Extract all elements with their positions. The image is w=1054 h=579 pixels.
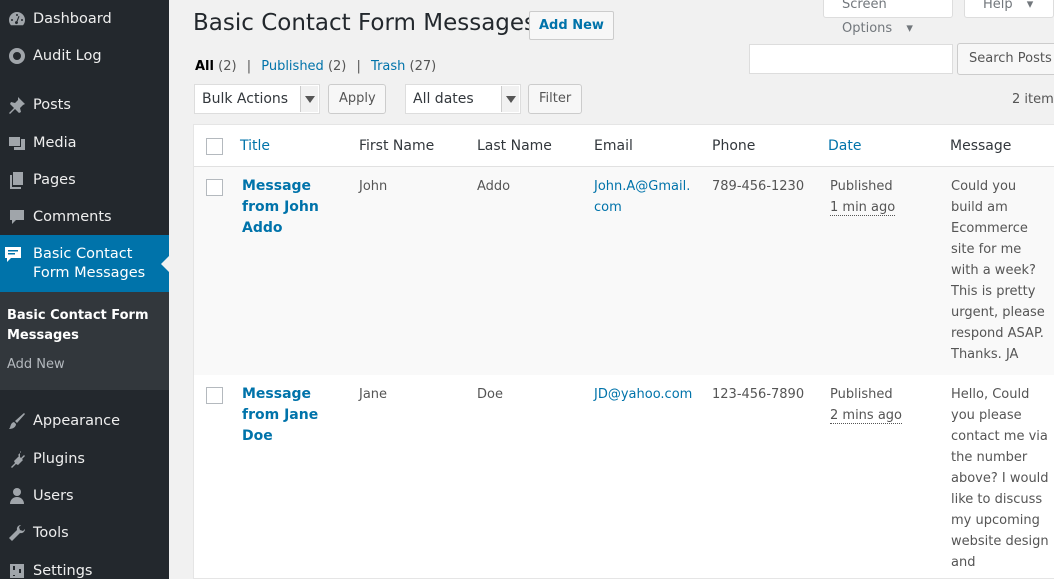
sidebar-item-users[interactable]: Users [0, 479, 169, 513]
post-status-views: All (2) | Published (2) | Trash (27) [195, 59, 436, 74]
row-last-name: Addo [477, 179, 511, 194]
column-title[interactable]: Title [240, 138, 270, 154]
messages-table: Title First Name Last Name Email Phone D… [193, 124, 1054, 579]
audit-log-icon [0, 46, 33, 66]
column-last-name: Last Name [477, 138, 552, 154]
sidebar-item-contact-form-messages[interactable]: Basic Contact Form Messages [0, 235, 169, 292]
column-date[interactable]: Date [828, 138, 861, 154]
row-first-name: John [359, 179, 388, 194]
sidebar-item-label: Posts [33, 97, 71, 113]
media-icon [0, 133, 33, 153]
view-trash-count: (27) [409, 59, 437, 74]
row-date: 2 mins ago [830, 408, 902, 424]
sidebar-item-tools[interactable]: Tools [0, 516, 169, 550]
chevron-down-icon: ▾ [1026, 0, 1034, 12]
bulk-actions-value: Bulk Actions [202, 91, 289, 107]
row-last-name: Doe [477, 387, 503, 402]
sidebar-item-label: Comments [33, 209, 112, 225]
submenu-item-add-new[interactable]: Add New [7, 357, 65, 372]
select-all-checkbox[interactable] [206, 138, 223, 155]
help-button[interactable]: Help ▾ [964, 0, 1054, 18]
sidebar-item-label: Pages [33, 172, 76, 188]
view-published-count: (2) [327, 59, 347, 74]
screen-options-button[interactable]: Screen Options ▾ [823, 0, 953, 36]
search-posts-button[interactable]: Search Posts [957, 43, 1054, 75]
dates-select[interactable]: All dates [405, 84, 521, 114]
column-phone: Phone [712, 138, 756, 154]
filter-button[interactable]: Filter [528, 84, 582, 114]
row-checkbox[interactable] [206, 387, 223, 404]
sidebar-item-label: Audit Log [33, 48, 102, 64]
sidebar-item-label: Media [33, 135, 77, 151]
column-email: Email [594, 138, 633, 154]
table-row: Message from John Addo John Addo John.A@… [194, 167, 1054, 375]
help-label: Help [983, 0, 1013, 12]
row-phone: 789-456-1230 [712, 179, 805, 194]
dates-value: All dates [413, 91, 474, 107]
row-message: Could you build am Ecommerce site for me… [951, 179, 1045, 362]
comment-icon [0, 207, 33, 227]
sidebar-item-label: Users [33, 488, 74, 504]
contact-form-submenu: Basic Contact Form Messages Add New [0, 292, 169, 390]
view-all-link[interactable]: All [195, 59, 214, 74]
view-published-link[interactable]: Published [261, 59, 324, 74]
bulk-actions-select[interactable]: Bulk Actions [194, 84, 320, 114]
row-message: Hello, Could you please contact me via t… [951, 387, 1049, 570]
column-first-name: First Name [359, 138, 435, 154]
brush-icon [0, 411, 33, 431]
sidebar-item-label: Dashboard [33, 11, 112, 27]
view-all-count: (2) [218, 59, 237, 74]
contact-form-icon [3, 244, 23, 264]
table-row: Message from Jane Doe Jane Doe JD@yahoo.… [194, 375, 1054, 579]
search-input[interactable] [749, 44, 953, 74]
pages-icon [0, 170, 33, 190]
sidebar-item-dashboard[interactable]: Dashboard [0, 2, 169, 36]
dashboard-icon [0, 9, 33, 29]
sidebar-item-label: Settings [33, 563, 93, 579]
sidebar-item-label: Appearance [33, 413, 121, 429]
screen-options-label: Screen Options [842, 0, 893, 36]
sidebar-item-settings[interactable]: Settings [0, 554, 169, 579]
add-new-button[interactable]: Add New [529, 11, 614, 40]
chevron-down-icon [501, 86, 519, 112]
chevron-down-icon: ▾ [906, 21, 913, 36]
row-checkbox[interactable] [206, 179, 223, 196]
settings-icon [0, 561, 33, 579]
sidebar-item-comments[interactable]: Comments [0, 200, 169, 234]
items-count: 2 items [1012, 92, 1054, 107]
row-title-link[interactable]: Message from John Addo [242, 176, 332, 239]
row-email-link[interactable]: JD@yahoo.com [594, 384, 694, 405]
view-separator: | [246, 59, 252, 74]
column-message: Message [950, 138, 1012, 154]
admin-sidebar: Dashboard Audit Log Posts Media Pages Co… [0, 0, 169, 579]
sidebar-item-label: Tools [33, 525, 69, 541]
wrench-icon [0, 523, 33, 543]
sidebar-item-label: Plugins [33, 451, 85, 467]
row-first-name: Jane [359, 387, 388, 402]
current-menu-arrow [161, 256, 169, 272]
row-title-link[interactable]: Message from Jane Doe [242, 384, 332, 447]
sidebar-item-label: Basic Contact Form Messages [33, 246, 146, 281]
sidebar-item-plugins[interactable]: Plugins [0, 442, 169, 476]
pin-icon [0, 95, 33, 115]
row-status: Published [830, 387, 893, 402]
users-icon [0, 486, 33, 506]
row-date: 1 min ago [830, 200, 896, 216]
sidebar-item-posts[interactable]: Posts [0, 88, 169, 122]
sidebar-item-audit-log[interactable]: Audit Log [0, 39, 169, 73]
submenu-item-messages[interactable]: Basic Contact Form Messages [7, 306, 157, 346]
table-header: Title First Name Last Name Email Phone D… [194, 125, 1054, 167]
sidebar-item-media[interactable]: Media [0, 126, 169, 160]
sidebar-item-appearance[interactable]: Appearance [0, 404, 169, 438]
sidebar-item-pages[interactable]: Pages [0, 163, 169, 197]
view-separator: | [356, 59, 361, 74]
view-trash-link[interactable]: Trash [371, 59, 405, 74]
page-title: Basic Contact Form Messages [193, 10, 537, 36]
chevron-down-icon [300, 86, 318, 112]
row-status: Published [830, 179, 893, 194]
apply-button[interactable]: Apply [328, 84, 386, 114]
row-email-link[interactable]: John.A@Gmail.com [594, 176, 694, 218]
row-phone: 123-456-7890 [712, 387, 805, 402]
plugin-icon [0, 449, 33, 469]
